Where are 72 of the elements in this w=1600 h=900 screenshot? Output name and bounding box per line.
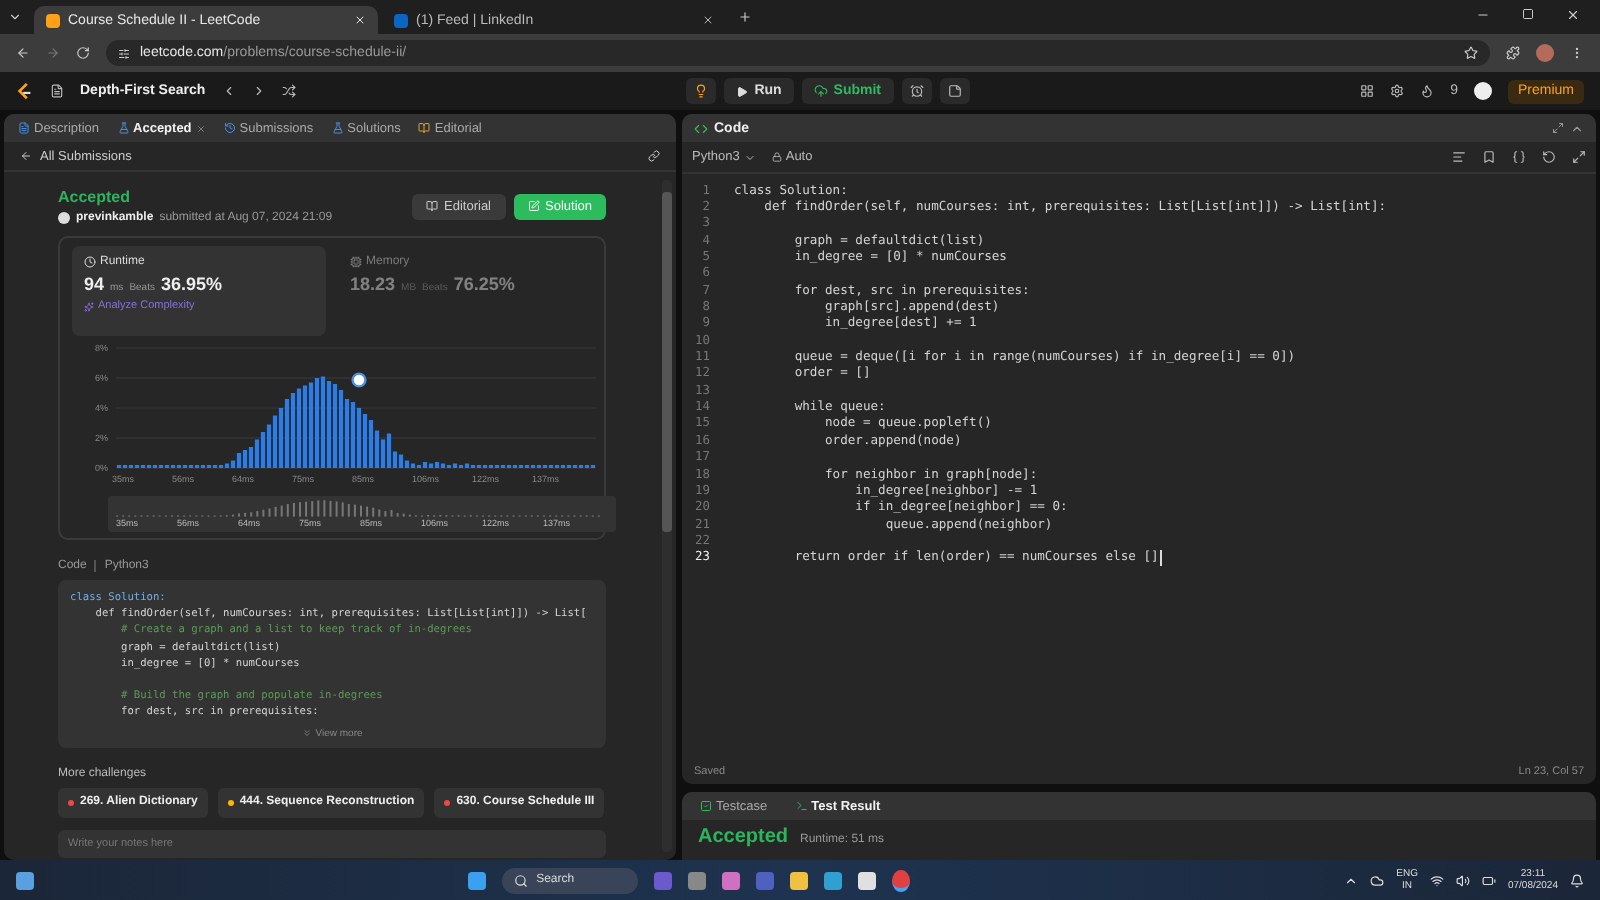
chevron-down-icon bbox=[743, 151, 756, 163]
format-icon[interactable] bbox=[1452, 150, 1466, 164]
chevrons-down-icon bbox=[301, 728, 312, 738]
cloud-icon[interactable] bbox=[1370, 873, 1385, 887]
battery-icon[interactable] bbox=[1481, 873, 1496, 887]
submission-status: Accepted bbox=[58, 188, 133, 206]
braces-icon[interactable] bbox=[1512, 150, 1526, 164]
sparkle-icon bbox=[84, 301, 94, 311]
reset-icon[interactable] bbox=[1542, 150, 1556, 164]
text-cursor bbox=[1160, 549, 1163, 566]
code-icon bbox=[694, 121, 708, 135]
collapse-icon[interactable] bbox=[1570, 121, 1584, 135]
lock-icon bbox=[771, 152, 782, 162]
notes-button[interactable] bbox=[939, 78, 970, 104]
search-icon bbox=[514, 873, 529, 887]
book-icon bbox=[418, 122, 431, 134]
site-settings-icon[interactable] bbox=[118, 47, 130, 59]
chip-icon bbox=[350, 256, 362, 268]
link-icon[interactable] bbox=[648, 150, 660, 162]
back-icon[interactable] bbox=[16, 46, 30, 60]
profile-avatar[interactable] bbox=[1536, 44, 1554, 62]
extensions-icon[interactable] bbox=[1506, 46, 1520, 60]
notification-icon[interactable] bbox=[1570, 873, 1584, 887]
back-arrow-icon[interactable] bbox=[20, 150, 32, 162]
clock-icon bbox=[84, 256, 96, 268]
menu-icon[interactable] bbox=[1570, 46, 1584, 60]
timer-button[interactable] bbox=[901, 78, 932, 104]
previous-icon[interactable] bbox=[221, 84, 236, 98]
maximize-icon[interactable] bbox=[1522, 7, 1534, 19]
result-status: Accepted bbox=[698, 826, 789, 848]
close-icon[interactable] bbox=[1566, 7, 1580, 21]
bookmark-icon[interactable] bbox=[1482, 150, 1496, 164]
stat-value: 18.23 bbox=[350, 274, 396, 294]
logo-icon[interactable] bbox=[16, 81, 34, 101]
cloud-upload-icon bbox=[813, 84, 828, 98]
favicon-icon bbox=[394, 13, 408, 27]
user-avatar[interactable] bbox=[1474, 82, 1492, 100]
reload-icon[interactable] bbox=[76, 46, 90, 60]
tab-search-icon[interactable] bbox=[8, 10, 22, 24]
checkbox-icon bbox=[700, 800, 712, 812]
forward-icon[interactable] bbox=[46, 46, 60, 60]
hover-marker bbox=[351, 372, 367, 388]
beats-percent: 76.25% bbox=[453, 274, 515, 294]
user-avatar bbox=[58, 212, 70, 224]
flame-icon[interactable] bbox=[1420, 84, 1435, 98]
layout-icon[interactable] bbox=[1360, 84, 1375, 98]
fullscreen-icon[interactable] bbox=[1572, 150, 1586, 164]
edit-icon bbox=[527, 200, 539, 212]
close-icon[interactable] bbox=[702, 14, 714, 26]
favicon-icon bbox=[46, 13, 60, 27]
shuffle-icon[interactable] bbox=[281, 84, 296, 98]
document-icon bbox=[18, 122, 30, 134]
stat-value: 94 bbox=[84, 274, 105, 294]
new-tab-icon[interactable] bbox=[738, 10, 752, 24]
note-icon bbox=[947, 84, 962, 98]
history-icon bbox=[223, 122, 236, 134]
settings-icon[interactable] bbox=[1390, 84, 1405, 98]
book-icon bbox=[426, 200, 439, 212]
beats-percent: 36.95% bbox=[160, 274, 223, 294]
flask-icon bbox=[331, 122, 344, 134]
list-icon[interactable] bbox=[50, 84, 64, 98]
debug-button[interactable] bbox=[686, 78, 717, 104]
play-icon bbox=[736, 85, 749, 97]
chevron-up-icon[interactable] bbox=[1344, 873, 1359, 887]
alarm-clock-icon bbox=[909, 84, 924, 98]
wifi-icon[interactable] bbox=[1429, 873, 1444, 887]
terminal-icon bbox=[795, 800, 808, 812]
volume-icon[interactable] bbox=[1455, 873, 1470, 887]
next-icon[interactable] bbox=[251, 84, 266, 98]
flask-icon bbox=[117, 122, 130, 134]
bookmark-star-icon[interactable] bbox=[1464, 46, 1478, 60]
lightbulb-icon bbox=[694, 84, 709, 98]
